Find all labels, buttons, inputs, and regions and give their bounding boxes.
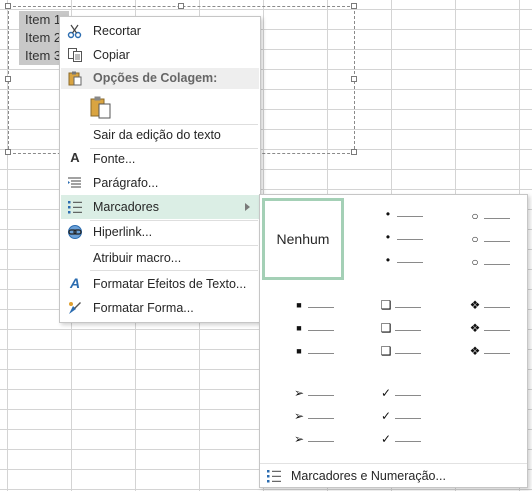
menu-item-format-text-effects[interactable]: A Formatar Efeitos de Texto... xyxy=(61,272,259,296)
diamond-bullet-icon: ❖ xyxy=(469,298,481,312)
menu-item-exit-text-edit[interactable]: Sair da edição do texto xyxy=(61,123,259,147)
font-icon: A xyxy=(70,150,80,165)
menu-item-label: Formatar Efeitos de Texto... xyxy=(93,277,247,291)
menu-item-label: Fonte... xyxy=(93,152,136,166)
bullet-style-arrow[interactable]: ➢ ➢ ➢ xyxy=(262,375,344,457)
arrow-bullet-icon: ➢ xyxy=(293,386,305,400)
bullet-style-none[interactable]: Nenhum xyxy=(262,198,344,280)
hollow-square-bullet-icon: ❑ xyxy=(380,321,392,335)
paragraph-icon xyxy=(68,177,81,188)
diamond-bullet-icon: ❖ xyxy=(469,344,481,358)
text-effects-icon: A xyxy=(69,275,81,291)
menu-item-hyperlink[interactable]: Hiperlink... xyxy=(61,220,259,244)
paste-icon xyxy=(68,71,82,86)
menu-item-format-shape[interactable]: Formatar Forma... xyxy=(61,296,259,320)
paste-options-header: Opções de Colagem: xyxy=(61,68,259,89)
filled-round-bullet-icon: • xyxy=(385,230,391,244)
menu-item-label: Hiperlink... xyxy=(93,225,153,239)
resize-handle[interactable] xyxy=(5,149,11,155)
hollow-square-bullet-icon: ❑ xyxy=(380,344,392,358)
paste-options-label: Opções de Colagem: xyxy=(93,71,218,85)
resize-handle[interactable] xyxy=(5,3,11,9)
chevron-right-icon xyxy=(245,203,250,211)
bullet-style-filled-round[interactable]: • • • xyxy=(351,198,433,280)
bullet-style-hollow-round[interactable]: ○ ○ ○ xyxy=(440,198,522,280)
menu-item-label: Marcadores xyxy=(93,200,159,214)
bullet-style-checkmark[interactable]: ✓ ✓ ✓ xyxy=(351,375,433,457)
hollow-round-bullet-icon: ○ xyxy=(471,255,479,269)
menu-item-font[interactable]: A Fonte... xyxy=(61,147,259,171)
menu-separator xyxy=(90,270,258,271)
context-menu: Recortar Copiar Opções de Colagem: Sair … xyxy=(59,16,261,323)
bullets-submenu: Nenhum • • • ○ ○ ○ ■ ■ ■ ❑ ❑ ❑ ❖ ❖ ❖ ➢ ➢… xyxy=(259,194,528,488)
resize-handle[interactable] xyxy=(351,76,357,82)
arrow-bullet-icon: ➢ xyxy=(293,409,305,423)
menu-item-label: Copiar xyxy=(93,48,130,62)
filled-round-bullet-icon: • xyxy=(385,253,391,267)
hollow-round-bullet-icon: ○ xyxy=(471,232,479,246)
paste-keep-formatting-icon[interactable] xyxy=(90,95,112,119)
resize-handle[interactable] xyxy=(5,76,11,82)
menu-item-label: Formatar Forma... xyxy=(93,301,194,315)
format-shape-icon xyxy=(69,302,81,314)
resize-handle[interactable] xyxy=(351,149,357,155)
filled-square-bullet-icon: ■ xyxy=(296,300,302,310)
diamond-bullet-icon: ❖ xyxy=(469,321,481,335)
resize-handle[interactable] xyxy=(178,3,184,9)
none-label: Nenhum xyxy=(276,231,330,247)
hyperlink-icon xyxy=(68,225,82,239)
menu-item-copy[interactable]: Copiar xyxy=(61,43,259,67)
menu-item-paragraph[interactable]: Parágrafo... xyxy=(61,171,259,195)
resize-handle[interactable] xyxy=(351,3,357,9)
arrow-bullet-icon: ➢ xyxy=(293,432,305,446)
filled-square-bullet-icon: ■ xyxy=(296,346,302,356)
menu-item-label: Recortar xyxy=(93,24,141,38)
menu-item-bullets[interactable]: Marcadores xyxy=(61,195,259,219)
hollow-square-bullet-icon: ❑ xyxy=(380,298,392,312)
filled-round-bullet-icon: • xyxy=(385,207,391,221)
copy-icon xyxy=(68,48,82,62)
bullet-style-hollow-square[interactable]: ❑ ❑ ❑ xyxy=(351,287,433,369)
checkmark-bullet-icon: ✓ xyxy=(380,432,392,446)
bullet-style-diamond[interactable]: ❖ ❖ ❖ xyxy=(440,287,522,369)
menu-item-assign-macro[interactable]: Atribuir macro... xyxy=(61,246,259,270)
scissors-icon xyxy=(67,24,82,39)
hollow-round-bullet-icon: ○ xyxy=(471,209,479,223)
menu-item-cut[interactable]: Recortar xyxy=(61,19,259,43)
checkmark-bullet-icon: ✓ xyxy=(380,409,392,423)
bullet-style-filled-square[interactable]: ■ ■ ■ xyxy=(262,287,344,369)
bullets-and-numbering-label: Marcadores e Numeração... xyxy=(291,469,446,483)
menu-item-label: Parágrafo... xyxy=(93,176,159,190)
filled-square-bullet-icon: ■ xyxy=(296,323,302,333)
checkmark-bullet-icon: ✓ xyxy=(380,386,392,400)
bullets-and-numbering-item[interactable]: Marcadores e Numeração... xyxy=(260,463,527,488)
menu-item-label: Sair da edição do texto xyxy=(93,128,221,142)
bullets-icon xyxy=(68,201,82,214)
bullets-icon xyxy=(267,470,281,483)
menu-item-label: Atribuir macro... xyxy=(93,251,182,265)
